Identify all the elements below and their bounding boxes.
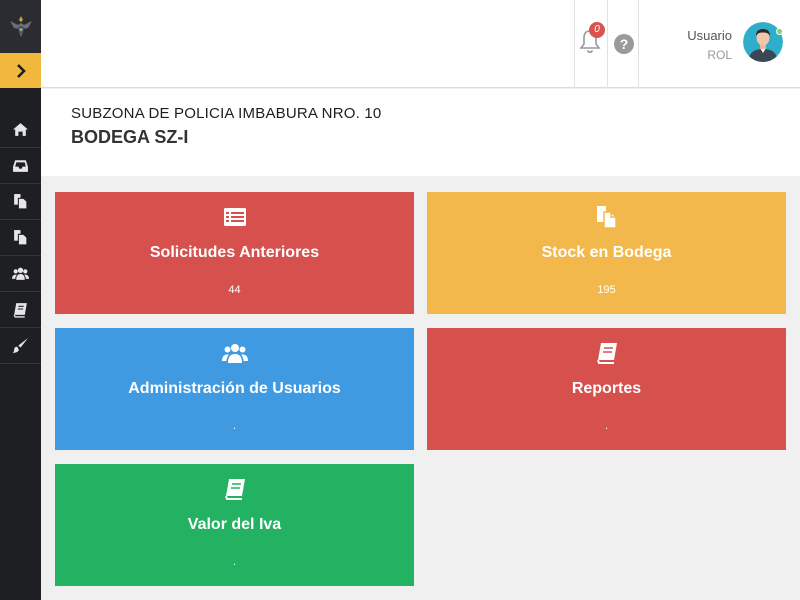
files-icon (596, 206, 617, 229)
users-icon (221, 344, 248, 363)
files-icon (14, 194, 28, 210)
page-header: SUBZONA DE POLICIA IMBABURA NRO. 10 BODE… (41, 89, 800, 176)
sidebar-item-files-1[interactable] (0, 184, 41, 220)
inbox-icon (13, 160, 28, 172)
book-icon (13, 303, 27, 318)
user-name[interactable]: Usuario (687, 28, 732, 43)
sidebar (0, 0, 41, 600)
card-stock-en-bodega[interactable]: Stock en Bodega 195 (427, 192, 786, 314)
sidebar-item-inbox[interactable] (0, 148, 41, 184)
topbar-divider (638, 0, 639, 88)
page-title: BODEGA SZ-I (71, 127, 189, 147)
card-count: 44 (228, 284, 241, 296)
card-label: Valor del Iva (187, 516, 282, 533)
card-solicitudes-anteriores[interactable]: Solicitudes Anteriores 44 (55, 192, 414, 314)
sidebar-nav (0, 112, 41, 364)
topbar: 0 ? Usuario ROL (41, 0, 800, 88)
police-logo (0, 0, 41, 53)
card-label: Reportes (571, 380, 642, 397)
card-valor-del-iva[interactable]: Valor del Iva . (55, 464, 414, 586)
sidebar-item-book[interactable] (0, 292, 41, 328)
topbar-divider (607, 0, 608, 88)
card-count: . (232, 556, 237, 568)
book-icon (224, 479, 245, 500)
eagle-emblem-icon (9, 15, 32, 37)
list-icon (223, 208, 246, 226)
notification-count-badge: 0 (589, 22, 605, 38)
sidebar-item-files-2[interactable] (0, 220, 41, 256)
card-count: 195 (597, 284, 616, 296)
chevron-right-icon (16, 63, 26, 78)
card-count: . (232, 420, 237, 432)
online-status-dot (776, 28, 783, 35)
card-label: Solicitudes Anteriores (149, 244, 320, 261)
user-role: ROL (707, 48, 732, 62)
book-icon (596, 343, 617, 364)
sidebar-item-users[interactable] (0, 256, 41, 292)
files-icon (14, 230, 28, 246)
sidebar-toggle-button[interactable] (0, 53, 41, 88)
sidebar-item-home[interactable] (0, 112, 41, 148)
card-label: Administración de Usuarios (128, 380, 341, 397)
card-administracion-de-usuarios[interactable]: Administración de Usuarios . (55, 328, 414, 450)
topbar-divider (574, 0, 575, 88)
help-button[interactable]: ? (614, 34, 634, 54)
page-subtitle: SUBZONA DE POLICIA IMBABURA NRO. 10 (71, 105, 382, 122)
card-label: Stock en Bodega (541, 244, 672, 261)
brush-icon (12, 338, 28, 353)
card-count: . (604, 420, 609, 432)
home-icon (13, 123, 28, 136)
sidebar-item-brush[interactable] (0, 328, 41, 364)
card-reportes[interactable]: Reportes . (427, 328, 786, 450)
users-icon (12, 267, 29, 280)
